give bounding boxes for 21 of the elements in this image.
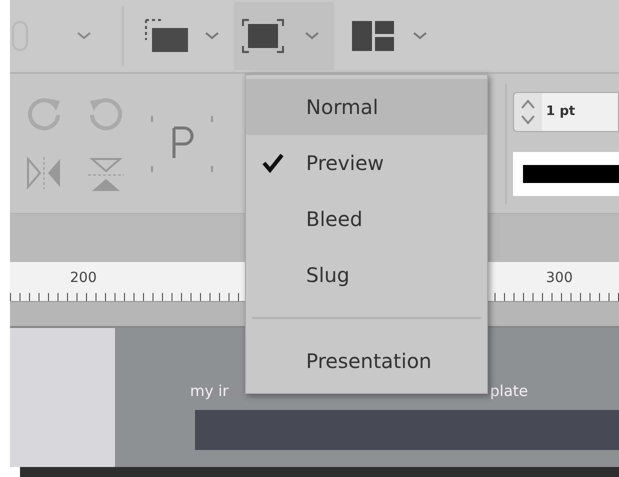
screen-mode-icon [242, 19, 284, 53]
chevron-icon[interactable] [412, 31, 428, 41]
layout-icon[interactable] [352, 21, 394, 51]
ruler-label: 300 [546, 269, 573, 288]
stroke-swatch[interactable] [513, 152, 619, 196]
screen-mode-button[interactable] [234, 2, 334, 70]
menu-item[interactable]: Slug [246, 247, 487, 303]
chevron-icon[interactable] [76, 31, 92, 41]
frame-edges-icon[interactable] [144, 18, 190, 54]
page-text: my ir [190, 381, 229, 402]
chevron-icon [304, 31, 320, 41]
menu-item[interactable]: Presentation [246, 333, 487, 389]
text-frame-icon[interactable] [150, 114, 214, 174]
ruler-label: 200 [70, 269, 97, 288]
menu-item[interactable]: Preview [246, 135, 487, 191]
menu-item[interactable]: Bleed [246, 191, 487, 247]
menu-item[interactable]: Normal [246, 79, 487, 135]
stroke-weight-field[interactable]: 1 pt [513, 92, 619, 132]
chevron-icon[interactable] [204, 31, 220, 41]
page-text: plate [490, 381, 528, 402]
stroke-weight-value: 1 pt [542, 92, 618, 130]
